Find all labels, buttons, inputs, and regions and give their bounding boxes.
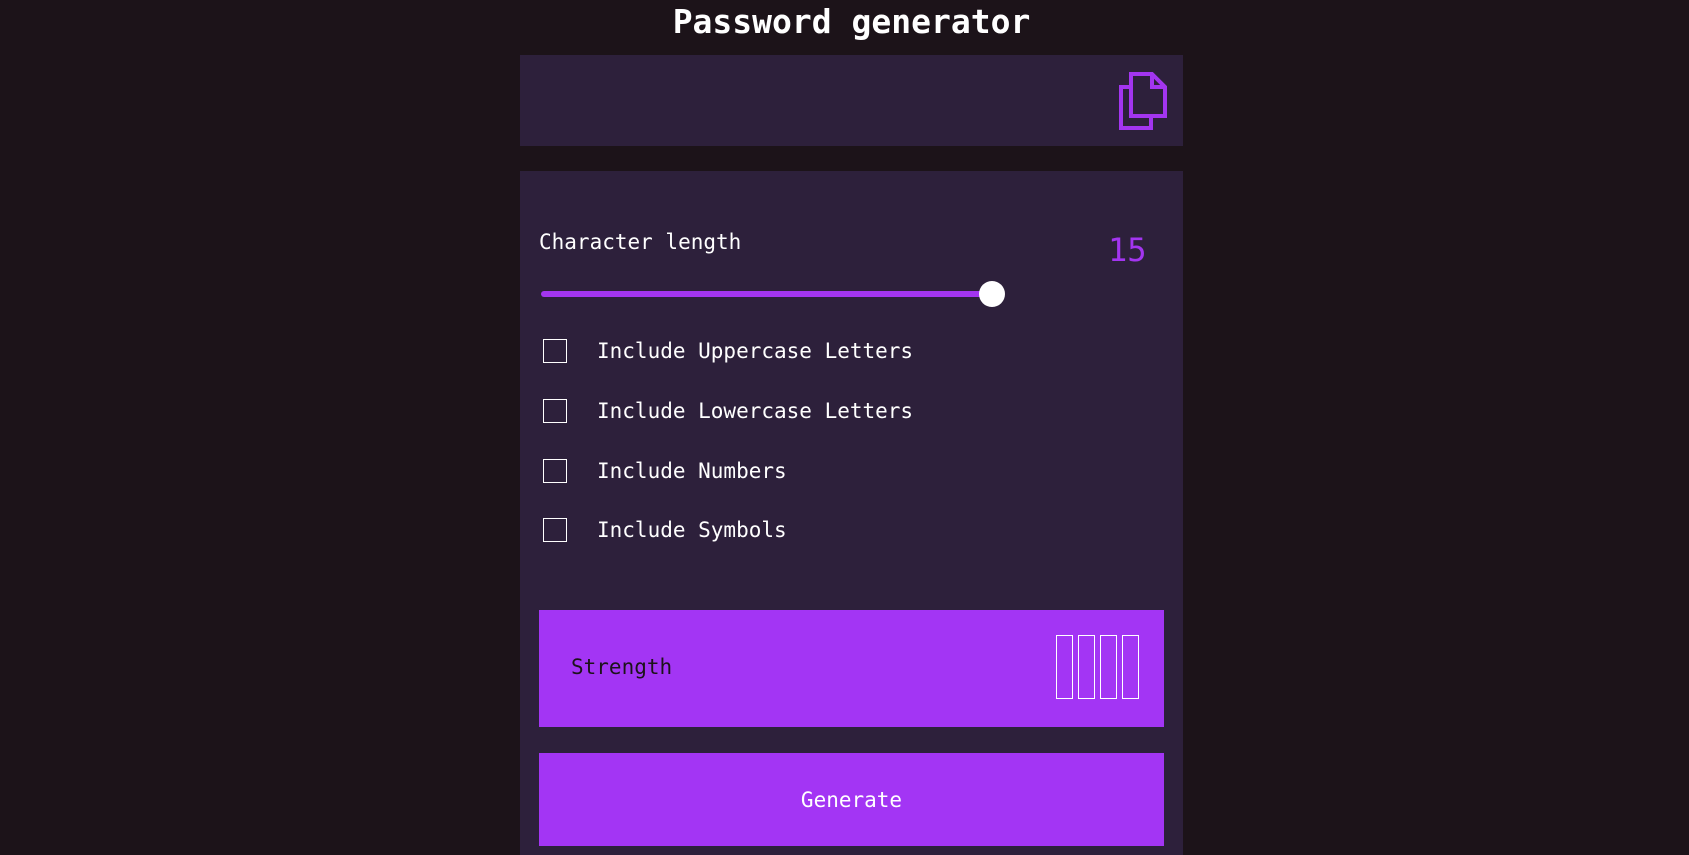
generate-button[interactable]: Generate [539,753,1164,846]
password-output [520,55,1183,146]
copy-button[interactable] [1117,71,1169,131]
strength-meter: Strength [539,610,1164,727]
generate-label: Generate [800,787,903,812]
numbers-checkbox[interactable] [543,459,567,483]
option-label: Include Uppercase Letters [597,339,914,363]
option-lowercase[interactable]: Include Lowercase Letters [543,397,913,425]
page-title: Password generator [672,2,1031,41]
length-value: 15 [1108,231,1147,269]
length-slider[interactable] [541,281,1041,307]
strength-bar [1122,635,1139,699]
settings-panel: Character length 15 Include Uppercase Le… [520,171,1183,855]
copy-icon [1119,72,1167,130]
slider-thumb[interactable] [979,281,1005,307]
slider-track [541,291,992,297]
password-generator-page: Password generator Character length 15 I… [0,0,1689,855]
option-label: Include Lowercase Letters [597,399,914,423]
strength-bar [1100,635,1117,699]
strength-bars [1056,635,1139,699]
uppercase-checkbox[interactable] [543,339,567,363]
option-label: Include Symbols [597,518,787,542]
option-uppercase[interactable]: Include Uppercase Letters [543,337,913,365]
option-symbols[interactable]: Include Symbols [543,516,787,544]
length-label: Character length [539,230,742,254]
option-label: Include Numbers [597,459,787,483]
lowercase-checkbox[interactable] [543,399,567,423]
symbols-checkbox[interactable] [543,518,567,542]
strength-label: Strength [571,655,673,679]
strength-bar [1056,635,1073,699]
strength-bar [1078,635,1095,699]
option-numbers[interactable]: Include Numbers [543,457,787,485]
